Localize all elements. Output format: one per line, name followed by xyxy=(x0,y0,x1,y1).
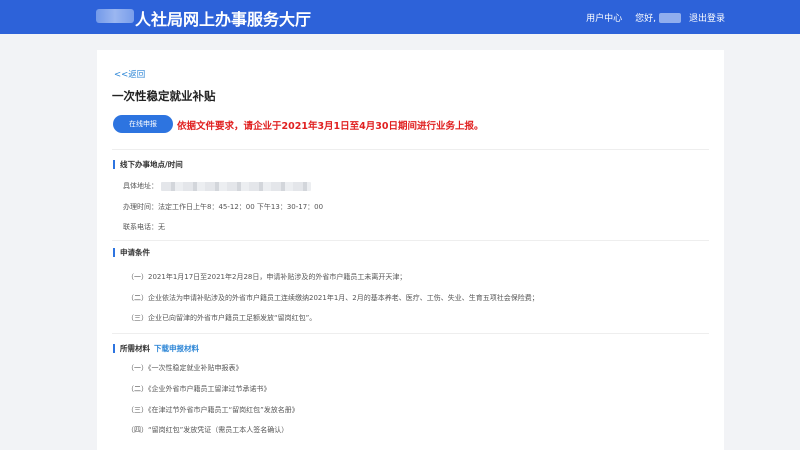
redacted-username xyxy=(658,12,681,23)
download-materials-link[interactable]: 下载申报材料 xyxy=(154,344,199,353)
divider xyxy=(112,333,709,334)
material-item: （一）《一次性稳定就业补贴申报表》 xyxy=(127,364,243,372)
address-label: 具体地址： xyxy=(123,182,158,190)
redacted-region-name xyxy=(96,9,134,23)
condition-item: （一）2021年1月17日至2021年2月28日，申请补贴涉及的外省市户籍员工未… xyxy=(127,273,407,281)
user-nav: 用户中心 您好, 退出登录 xyxy=(586,11,725,24)
redacted-address xyxy=(161,181,311,191)
condition-item: （三）企业已向留津的外省市户籍员工足额发放“留岗红包”。 xyxy=(127,314,317,322)
greeting-text: 您好, xyxy=(635,14,656,24)
office-hours: 办理时间：法定工作日上午8：45-12：00 下午13：30-17：00 xyxy=(123,203,324,211)
top-bar: 人社局网上办事服务大厅 用户中心 您好, 退出登录 xyxy=(0,0,800,34)
conditions-section-heading: 申请条件 xyxy=(113,248,150,257)
material-item: （三）《在津过节外省市户籍员工“留岗红包”发放名册》 xyxy=(127,406,299,414)
back-link[interactable]: <<返回 xyxy=(114,68,145,80)
site-title: 人社局网上办事服务大厅 xyxy=(135,10,312,29)
online-apply-button[interactable]: 在线申报 xyxy=(113,115,173,133)
address-row: 具体地址： xyxy=(123,181,311,191)
condition-item: （二）企业依法为申请补贴涉及的外省市户籍员工连续缴纳2021年1月、2月的基本养… xyxy=(127,294,539,302)
divider xyxy=(112,240,709,241)
materials-section-heading: 所需材料 下载申报材料 xyxy=(113,344,199,353)
content-card: <<返回 一次性稳定就业补贴 在线申报 依据文件要求，请企业于2021年3月1日… xyxy=(97,50,724,450)
material-item: （四）“留岗红包”发放凭证（需员工本人签名确认） xyxy=(127,426,289,434)
deadline-notice: 依据文件要求，请企业于2021年3月1日至4月30日期间进行业务上报。 xyxy=(177,121,484,132)
page-title: 一次性稳定就业补贴 xyxy=(112,89,216,103)
offline-section-heading: 线下办事地点/时间 xyxy=(113,160,183,169)
materials-heading-label: 所需材料 xyxy=(120,344,150,353)
user-center-link[interactable]: 用户中心 xyxy=(586,11,622,24)
material-item: （二）《企业外省市户籍员工留津过节承诺书》 xyxy=(127,385,271,393)
contact-phone: 联系电话：无 xyxy=(123,223,165,231)
logout-link[interactable]: 退出登录 xyxy=(689,11,725,24)
divider xyxy=(112,149,709,150)
